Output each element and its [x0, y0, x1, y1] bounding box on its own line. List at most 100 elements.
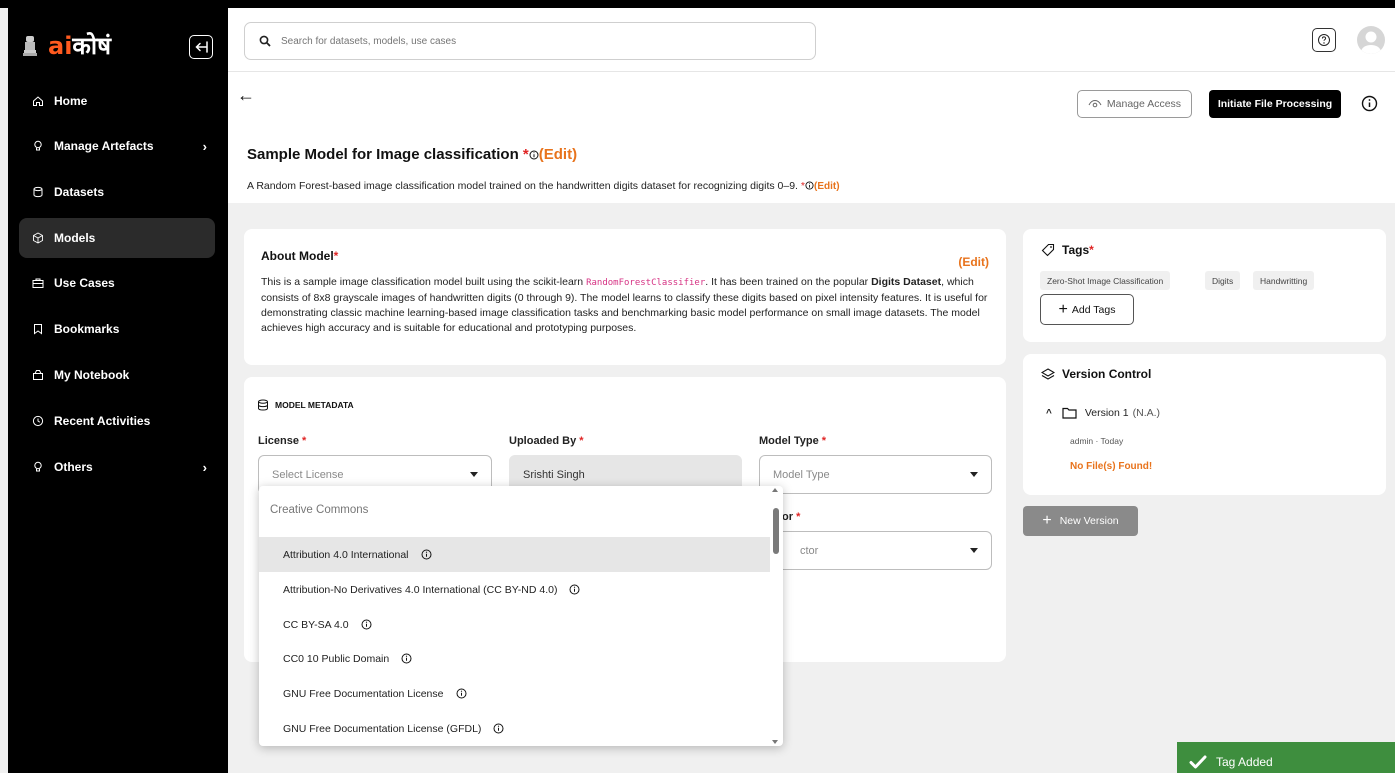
about-text-part: . It has been trained on the popular — [705, 276, 872, 288]
title-section: ← Manage Access Initiate File Processing… — [228, 72, 1395, 203]
cube-icon — [31, 231, 45, 245]
model-type-label: Model Type * — [759, 435, 826, 447]
manage-access-label: Manage Access — [1106, 98, 1182, 110]
sidebar-item-home[interactable]: Home — [19, 81, 215, 121]
clock-icon — [31, 414, 45, 428]
brand-rest: कोषं — [72, 32, 111, 60]
sidebar-item-use-cases[interactable]: Use Cases — [19, 263, 215, 303]
sidebar-item-models[interactable]: Models — [19, 218, 215, 258]
sidebar-item-label: Recent Activities — [54, 414, 151, 428]
required-mark: * — [579, 435, 584, 447]
sidebar-item-label: Bookmarks — [54, 322, 120, 336]
edit-description-link[interactable]: (Edit) — [814, 181, 840, 192]
initiate-file-processing-button[interactable]: Initiate File Processing — [1209, 90, 1341, 118]
sector-select[interactable]: ctor — [759, 531, 992, 570]
license-option[interactable]: GNU Free Documentation License — [259, 676, 770, 711]
sidebar-item-my-notebook[interactable]: My Notebook — [19, 355, 215, 395]
chevron-right-icon: › — [202, 138, 207, 154]
version-meta: admin · Today — [1070, 436, 1124, 446]
sidebar-item-label: Use Cases — [54, 276, 115, 290]
back-button[interactable]: ← — [237, 86, 255, 104]
checkmark-icon — [1189, 755, 1207, 768]
model-type-select[interactable]: Model Type — [759, 455, 992, 494]
info-icon — [1361, 95, 1378, 112]
search-input[interactable] — [281, 35, 781, 47]
tag-chip[interactable]: Zero-Shot Image Classification — [1040, 271, 1171, 290]
model-type-placeholder: Model Type — [773, 468, 830, 481]
collapse-sidebar-button[interactable] — [189, 35, 213, 59]
model-type-label-text: Model Type — [759, 435, 819, 447]
license-option[interactable]: GNU Free Documentation License (GFDL) — [259, 711, 770, 746]
info-icon[interactable] — [456, 688, 467, 699]
code-snippet: RandomForestClassifier — [586, 278, 706, 288]
page-description: A Random Forest-based image classificati… — [247, 180, 840, 192]
dropdown-scrollbar[interactable] — [770, 486, 783, 746]
sidebar-item-label: Manage Artefacts — [54, 139, 154, 153]
license-option-label: CC BY-SA 4.0 — [283, 618, 349, 631]
avatar[interactable] — [1357, 26, 1385, 54]
logo[interactable]: aiकोषं — [8, 8, 228, 83]
sidebar-item-datasets[interactable]: Datasets — [19, 172, 215, 212]
toast-message: Tag Added — [1216, 754, 1273, 769]
info-icon[interactable] — [421, 549, 432, 560]
license-option-label: GNU Free Documentation License (GFDL) — [283, 722, 482, 735]
sidebar: aiकोषं Home Manage Artefacts › Datasets … — [8, 8, 228, 773]
add-tags-button[interactable]: + Add Tags — [1040, 294, 1134, 325]
license-label-text: License — [258, 435, 299, 447]
license-option[interactable]: Attribution 4.0 International — [259, 537, 770, 572]
license-option-label: Attribution 4.0 International — [283, 548, 409, 561]
version-row[interactable]: ^ Version 1 (N.A.) — [1046, 407, 1160, 419]
tags-card: Tags * Zero-Shot Image Classification Dig… — [1023, 229, 1386, 342]
sidebar-item-label: Models — [54, 231, 96, 245]
version-name: Version 1 — [1084, 407, 1129, 419]
folder-icon — [1062, 407, 1077, 419]
sector-label-text: or — [782, 511, 793, 523]
tag-icon — [1041, 243, 1055, 257]
sidebar-item-recent-activities[interactable]: Recent Activities — [19, 401, 215, 441]
scrollbar-thumb[interactable] — [773, 508, 779, 554]
page-title: Sample Model for Image classification *(… — [247, 146, 577, 163]
collapse-arrow-icon — [195, 41, 208, 53]
search-bar[interactable] — [244, 22, 816, 60]
sidebar-item-label: Others — [54, 460, 93, 474]
sidebar-item-bookmarks[interactable]: Bookmarks — [19, 309, 215, 349]
national-emblem-icon — [22, 34, 38, 58]
new-version-button[interactable]: + New Version — [1023, 506, 1138, 536]
info-icon[interactable] — [493, 723, 504, 734]
info-icon[interactable] — [401, 653, 412, 664]
manage-access-button[interactable]: Manage Access — [1077, 90, 1192, 118]
sidebar-item-others[interactable]: Others › — [19, 447, 215, 487]
brand-ai: ai — [48, 32, 73, 60]
tag-chip[interactable]: Handwritting — [1253, 271, 1315, 290]
notebook-icon — [31, 368, 45, 382]
tag-chip[interactable]: Digits — [1205, 271, 1241, 290]
question-icon — [1318, 34, 1330, 46]
license-option[interactable]: Attribution-No Derivatives 4.0 Internati… — [259, 572, 770, 607]
sidebar-item-label: My Notebook — [54, 368, 130, 382]
info-icon — [529, 150, 539, 160]
required-mark: * — [333, 249, 339, 263]
sector-label: or * — [782, 511, 800, 523]
chevron-up-icon: ^ — [1046, 407, 1052, 419]
info-icon[interactable] — [361, 619, 372, 630]
add-tags-label: Add Tags — [1071, 303, 1116, 316]
info-icon[interactable] — [569, 584, 580, 595]
brand-wordmark: aiकोषं — [48, 29, 111, 62]
license-option-label: Attribution-No Derivatives 4.0 Internati… — [283, 583, 558, 596]
license-option[interactable]: CC0 10 Public Domain — [259, 641, 770, 676]
license-option-label: CC0 10 Public Domain — [283, 652, 390, 665]
caret-down-icon — [470, 472, 478, 477]
model-metadata-heading: MODEL METADATA — [257, 399, 354, 411]
sidebar-item-label: Home — [54, 94, 88, 108]
help-button[interactable] — [1312, 28, 1336, 52]
edit-about-link[interactable]: (Edit) — [958, 255, 989, 269]
info-button[interactable] — [1361, 95, 1378, 115]
toast-notification: Tag Added — [1177, 742, 1395, 773]
scroll-up-icon[interactable] — [772, 488, 778, 492]
sidebar-item-manage-artefacts[interactable]: Manage Artefacts › — [19, 126, 215, 166]
scroll-down-icon[interactable] — [772, 740, 778, 744]
edit-title-link[interactable]: (Edit) — [539, 146, 577, 163]
caret-down-icon — [970, 548, 978, 553]
new-version-label: New Version — [1059, 515, 1119, 527]
license-option[interactable]: CC BY-SA 4.0 — [259, 607, 770, 642]
